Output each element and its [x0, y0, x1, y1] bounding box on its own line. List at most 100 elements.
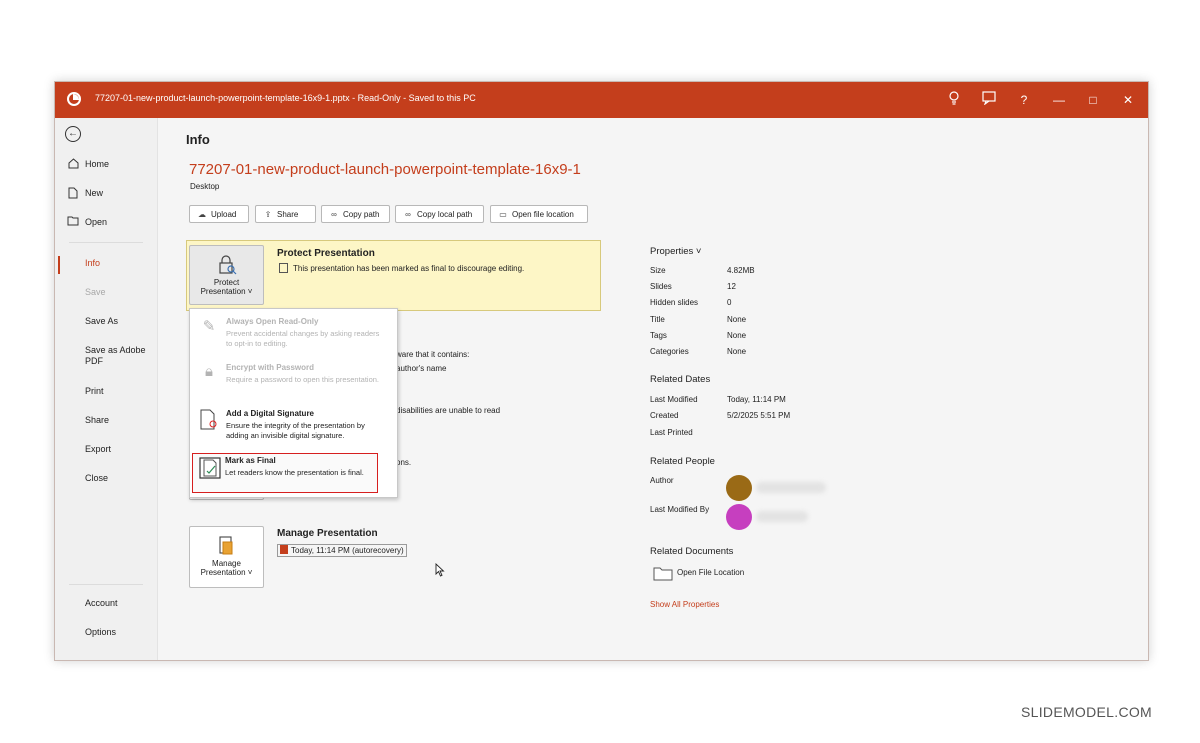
powerpoint-window: 77207-01-new-product-launch-powerpoint-t…: [54, 81, 1149, 661]
sidebar-item-save-as-adobe-pdf[interactable]: Save as Adobe PDF: [55, 341, 157, 371]
mark-final-document-icon: [199, 456, 221, 480]
sidebar-item-share[interactable]: Share: [55, 411, 157, 433]
protect-presentation-menu: ✎ Always Open Read-Only Prevent accident…: [189, 308, 398, 498]
sidebar-item-label: Account: [85, 598, 118, 608]
menu-item-always-open-read-only[interactable]: ✎ Always Open Read-Only Prevent accident…: [192, 315, 392, 355]
menu-item-add-digital-signature[interactable]: Add a Digital Signature Ensure the integ…: [192, 407, 392, 449]
open-file-location-link[interactable]: Open File Location: [653, 564, 793, 582]
sidebar-item-label: Print: [85, 386, 104, 396]
prop-value: 4.82MB: [727, 266, 755, 275]
new-file-icon: [67, 187, 79, 199]
inspect-text-line: disabilities are unable to read: [396, 406, 501, 415]
protect-presentation-desc: This presentation has been marked as fin…: [279, 263, 524, 273]
sidebar-item-label: Save As: [85, 316, 119, 326]
prop-value[interactable]: None: [727, 331, 746, 340]
backstage-sidebar: ← Home New Open Info Save Save As Save a…: [55, 118, 158, 660]
back-arrow-icon[interactable]: ←: [65, 126, 81, 142]
prop-key: Categories: [650, 347, 689, 356]
related-people-heading: Related People: [650, 456, 715, 467]
prop-key: Created: [650, 411, 679, 420]
sidebar-item-label: Save: [85, 287, 106, 297]
share-icon: ⇪: [264, 210, 272, 219]
prop-key: Slides: [650, 282, 672, 291]
inspect-text-line: ware that it contains:: [396, 350, 470, 359]
sidebar-divider: [69, 584, 143, 585]
manage-presentation-title: Manage Presentation: [277, 528, 378, 539]
maximize-icon[interactable]: □: [1084, 91, 1102, 109]
sidebar-item-info[interactable]: Info: [55, 254, 157, 276]
menu-item-encrypt-with-password[interactable]: 🔒︎ Encrypt with Password Require a passw…: [192, 361, 392, 401]
manage-presentation-button[interactable]: Manage Presentation ˅: [189, 526, 264, 588]
link-icon: ∞: [331, 210, 337, 219]
sidebar-item-save-as[interactable]: Save As: [55, 312, 157, 334]
sidebar-item-account[interactable]: Account: [55, 594, 157, 616]
sidebar-item-export[interactable]: Export: [55, 440, 157, 462]
page-title: Info: [186, 132, 210, 147]
sidebar-item-label: New: [85, 188, 104, 198]
manage-button-label-line2: Presentation ˅: [200, 568, 253, 577]
document-icon: [279, 263, 288, 273]
copy-path-button[interactable]: ∞ Copy path: [321, 205, 390, 223]
minimize-icon[interactable]: —: [1050, 91, 1068, 109]
author-name-redacted: [756, 482, 826, 493]
upload-button[interactable]: ☁ Upload: [189, 205, 249, 223]
prop-value[interactable]: None: [727, 315, 746, 324]
prop-value: 12: [727, 282, 736, 291]
sidebar-item-label: Options: [85, 627, 117, 637]
sidebar-divider: [69, 242, 143, 243]
sidebar-item-new[interactable]: New: [55, 184, 157, 206]
sidebar-item-options[interactable]: Options: [55, 623, 157, 645]
share-button[interactable]: ⇪ Share: [255, 205, 316, 223]
version-link[interactable]: Today, 11:14 PM (autorecovery): [277, 544, 407, 557]
protect-button-label-line1: Protect: [213, 278, 240, 287]
home-icon: [67, 158, 79, 170]
copy-local-path-button[interactable]: ∞ Copy local path: [395, 205, 484, 223]
prop-key: Title: [650, 315, 665, 324]
pptx-file-icon: [280, 545, 288, 554]
prop-value[interactable]: None: [727, 347, 746, 356]
file-name: 77207-01-new-product-launch-powerpoint-t…: [189, 161, 581, 178]
feedback-icon[interactable]: [980, 91, 998, 109]
watermark: SLIDEMODEL.COM: [1021, 704, 1152, 720]
sidebar-item-home[interactable]: Home: [55, 155, 157, 177]
prop-key: Tags: [650, 331, 667, 340]
sidebar-item-save[interactable]: Save: [55, 283, 157, 305]
title-bar: 77207-01-new-product-launch-powerpoint-t…: [55, 82, 1148, 118]
lock-icon: [217, 254, 237, 276]
file-location: Desktop: [190, 182, 220, 191]
manage-button-label-line1: Manage: [212, 559, 241, 568]
help-icon[interactable]: ?: [1015, 91, 1033, 109]
info-pane: Info 77207-01-new-product-launch-powerpo…: [158, 118, 1148, 660]
sidebar-item-label: Info: [85, 258, 101, 268]
avatar[interactable]: [726, 504, 752, 530]
modifier-name-redacted: [756, 511, 808, 522]
sidebar-item-print[interactable]: Print: [55, 382, 157, 404]
prop-value: Today, 11:14 PM: [727, 395, 786, 404]
inspect-text-line: author's name: [396, 364, 447, 373]
author-label: Author: [650, 476, 674, 485]
sidebar-item-open[interactable]: Open: [55, 213, 157, 235]
close-icon[interactable]: ✕: [1119, 91, 1137, 109]
related-documents-heading: Related Documents: [650, 546, 734, 557]
properties-heading[interactable]: Properties ˅: [650, 246, 702, 257]
window-title: 77207-01-new-product-launch-powerpoint-t…: [95, 93, 476, 103]
prop-value: 0: [727, 298, 732, 307]
sidebar-item-label: Home: [85, 159, 110, 169]
prop-value: 5/2/2025 5:51 PM: [727, 411, 791, 420]
open-file-location-button[interactable]: ▭ Open file location: [490, 205, 588, 223]
document-clock-icon: [217, 535, 237, 557]
last-modified-by-label: Last Modified By: [650, 505, 710, 514]
sidebar-item-label: Save as Adobe PDF: [85, 345, 146, 366]
lock-search-icon: 🔒︎: [205, 363, 213, 380]
folder-icon: [653, 565, 673, 586]
pencil-disabled-icon: ✎: [202, 318, 216, 335]
prop-key: Hidden slides: [650, 298, 699, 307]
lightbulb-icon[interactable]: [945, 91, 963, 109]
folder-open-icon: [67, 216, 79, 228]
protect-presentation-button[interactable]: Protect Presentation ˅: [189, 245, 264, 305]
sidebar-item-label: Export: [85, 444, 112, 454]
sidebar-item-close[interactable]: Close: [55, 469, 157, 491]
menu-item-mark-as-final[interactable]: Mark as Final Let readers know the prese…: [192, 453, 378, 493]
avatar[interactable]: [726, 475, 752, 501]
show-all-properties-link[interactable]: Show All Properties: [650, 600, 719, 609]
